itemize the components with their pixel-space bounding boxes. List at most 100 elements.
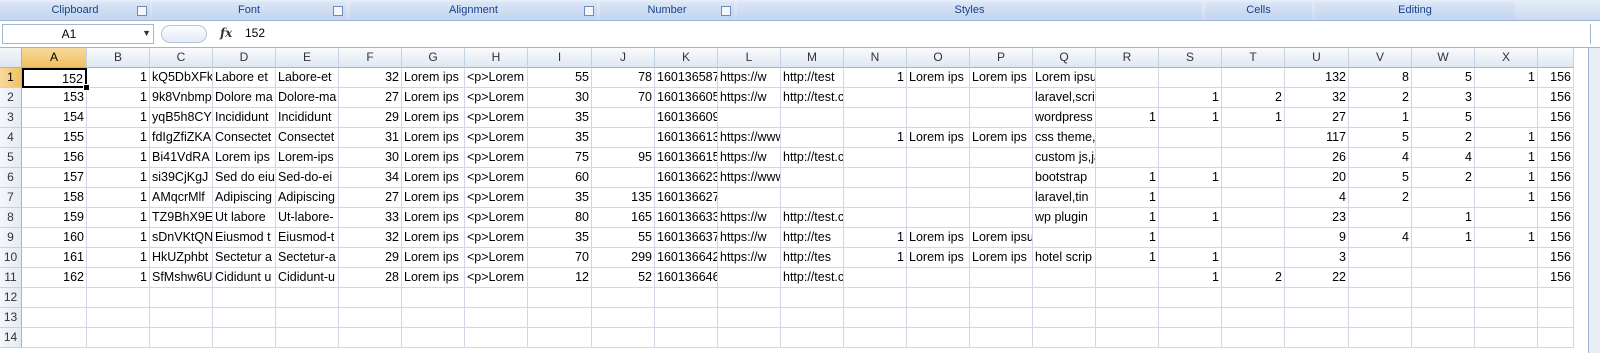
cell-v13[interactable]: [1349, 308, 1412, 328]
cell-m2[interactable]: http://test.com: [781, 88, 844, 108]
cell-c5[interactable]: Bi41VdRA: [150, 148, 213, 168]
cell-p2[interactable]: [970, 88, 1033, 108]
cell-k13[interactable]: [655, 308, 718, 328]
cell-c9[interactable]: sDnVKtQN: [150, 228, 213, 248]
cell-p11[interactable]: [970, 268, 1033, 288]
row-header-8[interactable]: 8: [0, 208, 22, 228]
cell-i5[interactable]: 75: [528, 148, 592, 168]
column-header-n[interactable]: N: [844, 48, 907, 68]
cell-w1[interactable]: 5: [1412, 68, 1475, 88]
cell-l10[interactable]: https://w: [718, 248, 781, 268]
cell-w7[interactable]: [1412, 188, 1475, 208]
cell-e3[interactable]: Incididunt: [276, 108, 339, 128]
cell-l13[interactable]: [718, 308, 781, 328]
cell-g2[interactable]: Lorem ips: [402, 88, 465, 108]
cell-x9[interactable]: 1: [1475, 228, 1538, 248]
row-header-12[interactable]: 12: [0, 288, 22, 308]
cell-x10[interactable]: [1475, 248, 1538, 268]
cell-r4[interactable]: [1096, 128, 1159, 148]
select-all-corner[interactable]: [0, 48, 22, 68]
cell-l4[interactable]: https://www.youtub: [718, 128, 781, 148]
column-header-k[interactable]: K: [655, 48, 718, 68]
cell-j7[interactable]: 135: [592, 188, 655, 208]
cell-v14[interactable]: [1349, 328, 1412, 348]
column-header-c[interactable]: C: [150, 48, 213, 68]
cell-j12[interactable]: [592, 288, 655, 308]
cell-k5[interactable]: 160136615: [655, 148, 718, 168]
cell-o5[interactable]: [907, 148, 970, 168]
cell-f4[interactable]: 31: [339, 128, 402, 148]
cell-i14[interactable]: [528, 328, 592, 348]
cell-y10[interactable]: 156: [1538, 248, 1574, 268]
cell-f6[interactable]: 34: [339, 168, 402, 188]
cell-r7[interactable]: 1: [1096, 188, 1159, 208]
cell-r5[interactable]: [1096, 148, 1159, 168]
cell-j14[interactable]: [592, 328, 655, 348]
cell-c10[interactable]: HkUZphbt: [150, 248, 213, 268]
cell-h12[interactable]: [465, 288, 528, 308]
cell-l6[interactable]: https://www.youtube.com/watch?v=cXxAVn3r…: [718, 168, 781, 188]
cell-h4[interactable]: <p>Lorem: [465, 128, 528, 148]
cell-q10[interactable]: hotel scrip: [1033, 248, 1096, 268]
cell-s12[interactable]: [1159, 288, 1222, 308]
cell-j13[interactable]: [592, 308, 655, 328]
cell-a3[interactable]: 154: [22, 108, 87, 128]
cell-p13[interactable]: [970, 308, 1033, 328]
cell-c11[interactable]: SfMshw6U: [150, 268, 213, 288]
cell-w4[interactable]: 2: [1412, 128, 1475, 148]
cell-f10[interactable]: 29: [339, 248, 402, 268]
cell-c14[interactable]: [150, 328, 213, 348]
cell-m13[interactable]: [781, 308, 844, 328]
cell-v9[interactable]: 4: [1349, 228, 1412, 248]
cell-h1[interactable]: <p>Lorem: [465, 68, 528, 88]
cell-w14[interactable]: [1412, 328, 1475, 348]
cell-t7[interactable]: [1222, 188, 1285, 208]
cell-i2[interactable]: 30: [528, 88, 592, 108]
cell-j10[interactable]: 299: [592, 248, 655, 268]
cell-g11[interactable]: Lorem ips: [402, 268, 465, 288]
cell-a2[interactable]: 153: [22, 88, 87, 108]
column-header-i[interactable]: I: [528, 48, 592, 68]
cell-s6[interactable]: 1: [1159, 168, 1222, 188]
cell-r3[interactable]: 1: [1096, 108, 1159, 128]
cell-k10[interactable]: 160136642: [655, 248, 718, 268]
cell-w12[interactable]: [1412, 288, 1475, 308]
cell-p10[interactable]: Lorem ips: [970, 248, 1033, 268]
cell-u12[interactable]: [1285, 288, 1349, 308]
dialog-launcher-icon[interactable]: [584, 6, 594, 16]
row-header-14[interactable]: 14: [0, 328, 22, 348]
cell-x13[interactable]: [1475, 308, 1538, 328]
cell-y2[interactable]: 156: [1538, 88, 1574, 108]
cell-h13[interactable]: [465, 308, 528, 328]
cell-d3[interactable]: Incididunt: [213, 108, 276, 128]
cell-d12[interactable]: [213, 288, 276, 308]
cell-w10[interactable]: [1412, 248, 1475, 268]
cell-r11[interactable]: [1096, 268, 1159, 288]
cell-b14[interactable]: [87, 328, 150, 348]
cell-m1[interactable]: http://test: [781, 68, 844, 88]
cell-m9[interactable]: http://tes: [781, 228, 844, 248]
row-header-2[interactable]: 2: [0, 88, 22, 108]
cell-m8[interactable]: http://test.com: [781, 208, 844, 228]
cell-e6[interactable]: Sed-do-ei: [276, 168, 339, 188]
cell-b5[interactable]: 1: [87, 148, 150, 168]
cell-t11[interactable]: 2: [1222, 268, 1285, 288]
cell-i7[interactable]: 35: [528, 188, 592, 208]
cell-e13[interactable]: [276, 308, 339, 328]
cell-y13[interactable]: [1538, 308, 1574, 328]
cell-v7[interactable]: 2: [1349, 188, 1412, 208]
row-header-1[interactable]: 1: [0, 68, 22, 88]
cell-t2[interactable]: 2: [1222, 88, 1285, 108]
cell-m4[interactable]: [781, 128, 844, 148]
cell-s10[interactable]: 1: [1159, 248, 1222, 268]
row-header-9[interactable]: 9: [0, 228, 22, 248]
cell-q5[interactable]: custom js,javascript,js edition: [1033, 148, 1096, 168]
cell-n12[interactable]: [844, 288, 907, 308]
cell-p7[interactable]: [970, 188, 1033, 208]
column-header-q[interactable]: Q: [1033, 48, 1096, 68]
cell-k12[interactable]: [655, 288, 718, 308]
cell-h2[interactable]: <p>Lorem: [465, 88, 528, 108]
cell-t3[interactable]: 1: [1222, 108, 1285, 128]
cell-l3[interactable]: [718, 108, 781, 128]
cell-b7[interactable]: 1: [87, 188, 150, 208]
